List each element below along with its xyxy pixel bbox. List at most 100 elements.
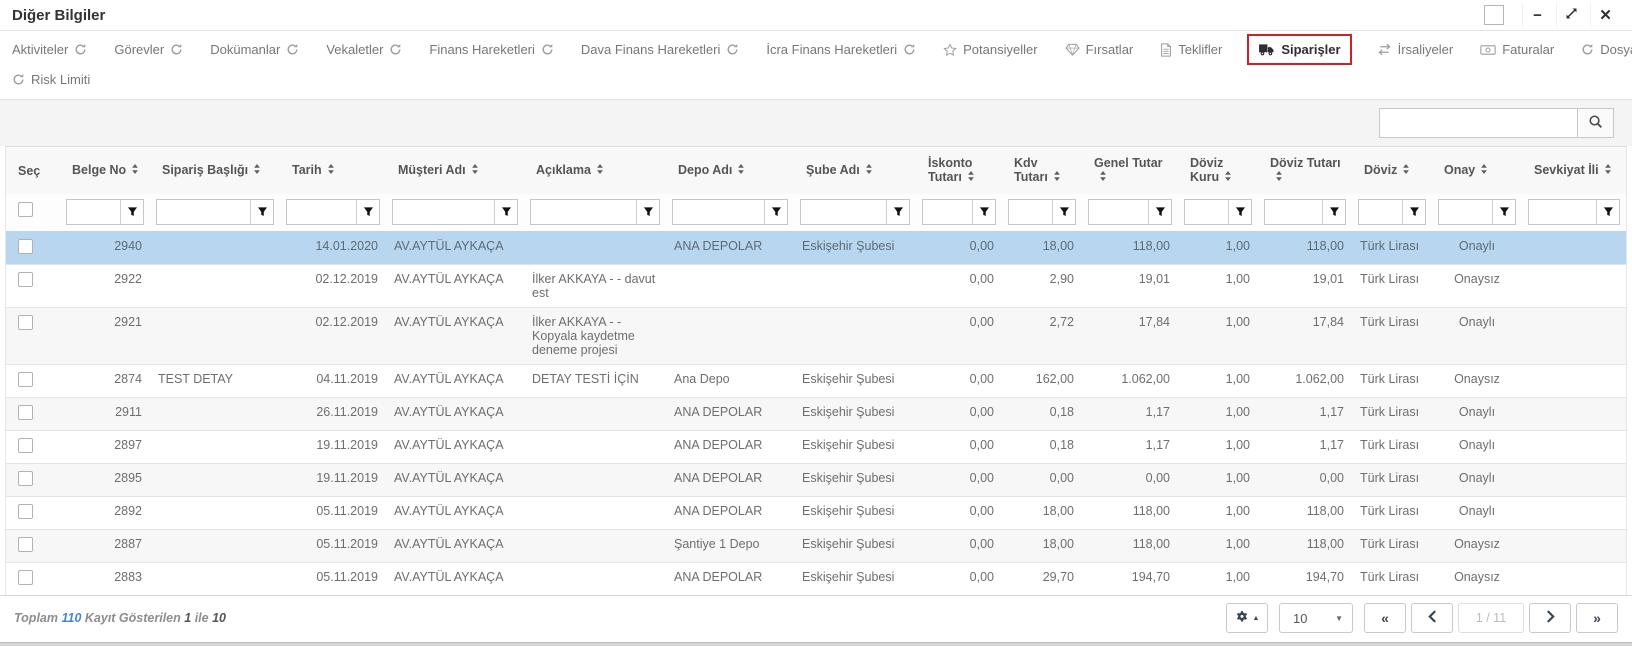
sort-icon[interactable] — [1480, 164, 1488, 178]
maximize-button[interactable] — [1556, 3, 1586, 27]
minimize-button[interactable]: − — [1522, 3, 1552, 27]
row-checkbox[interactable] — [18, 438, 33, 453]
row-checkbox[interactable] — [18, 272, 33, 287]
sort-icon[interactable] — [967, 171, 975, 185]
column-header-iskonto_tutari[interactable]: İskonto Tutarı — [916, 147, 1002, 194]
tab-dosyalar[interactable]: Dosyalar — [1581, 42, 1632, 57]
table-row[interactable]: 289719.11.2019AV.AYTÜL AYKAÇAANA DEPOLAR… — [6, 431, 1626, 464]
filter-input-sevkiyat_ili[interactable] — [1529, 200, 1596, 224]
close-button[interactable]: ✕ — [1590, 3, 1620, 27]
search-button[interactable] — [1577, 108, 1614, 138]
filter-input-doviz_kuru[interactable] — [1185, 200, 1228, 224]
sort-icon[interactable] — [596, 164, 604, 178]
column-header-tarih[interactable]: Tarih — [280, 147, 386, 194]
tab-siparisler[interactable]: Siparişler — [1247, 34, 1351, 65]
table-row[interactable]: 292102.12.2019AV.AYTÜL AYKAÇAİlker AKKAY… — [6, 308, 1626, 365]
row-checkbox[interactable] — [18, 239, 33, 254]
prev-page-button[interactable] — [1411, 603, 1453, 633]
filter-input-sube_adi[interactable] — [801, 200, 886, 224]
column-header-onay[interactable]: Onay — [1432, 147, 1522, 194]
filter-funnel-button-doviz_kuru[interactable] — [1228, 200, 1251, 224]
sort-icon[interactable] — [865, 164, 873, 178]
sort-icon[interactable] — [131, 164, 139, 178]
filter-input-belge_no[interactable] — [67, 200, 120, 224]
filter-funnel-button-aciklama[interactable] — [636, 200, 659, 224]
search-input[interactable] — [1379, 108, 1577, 138]
tab-potansiyeller[interactable]: Potansiyeller — [943, 42, 1037, 57]
column-header-doviz[interactable]: Döviz — [1352, 147, 1432, 194]
column-header-musteri_adi[interactable]: Müşteri Adı — [386, 147, 524, 194]
window-restore-box[interactable] — [1484, 5, 1504, 25]
filter-input-iskonto_tutari[interactable] — [923, 200, 972, 224]
tab-dava-finans-hareketleri[interactable]: Dava Finans Hareketleri — [581, 42, 739, 57]
page-size-select[interactable]: 10 ▼ — [1279, 603, 1353, 633]
sort-icon[interactable] — [327, 164, 335, 178]
filter-funnel-button-musteri_adi[interactable] — [494, 200, 517, 224]
table-row[interactable]: 288305.11.2019AV.AYTÜL AYKAÇAANA DEPOLAR… — [6, 563, 1626, 596]
column-header-sube_adi[interactable]: Şube Adı — [794, 147, 916, 194]
column-header-belge_no[interactable]: Belge No — [60, 147, 150, 194]
row-checkbox[interactable] — [18, 570, 33, 585]
column-header-siparis_basligi[interactable]: Sipariş Başlığı — [150, 147, 280, 194]
tab-firsatlar[interactable]: Fırsatlar — [1065, 42, 1134, 57]
filter-funnel-button-belge_no[interactable] — [120, 200, 143, 224]
tab-teklifler[interactable]: Teklifler — [1160, 42, 1222, 57]
table-row[interactable]: 288705.11.2019AV.AYTÜL AYKAÇAŞantiye 1 D… — [6, 530, 1626, 563]
filter-funnel-button-kdv_tutari[interactable] — [1052, 200, 1075, 224]
tab-vekaletler[interactable]: Vekaletler — [326, 42, 402, 57]
row-checkbox[interactable] — [18, 471, 33, 486]
sort-icon[interactable] — [737, 164, 745, 178]
column-header-kdv_tutari[interactable]: Kdv Tutarı — [1002, 147, 1082, 194]
filter-funnel-button-sevkiyat_ili[interactable] — [1596, 200, 1619, 224]
next-page-button[interactable] — [1529, 603, 1571, 633]
filter-input-musteri_adi[interactable] — [393, 200, 494, 224]
filter-funnel-button-depo_adi[interactable] — [764, 200, 787, 224]
table-row[interactable]: 289519.11.2019AV.AYTÜL AYKAÇAANA DEPOLAR… — [6, 464, 1626, 497]
filter-input-doviz_tutari[interactable] — [1265, 200, 1322, 224]
tab-faturalar[interactable]: Faturalar — [1480, 42, 1554, 57]
tab-dokumanlar[interactable]: Dokümanlar — [210, 42, 299, 57]
select-all-checkbox[interactable] — [18, 202, 33, 217]
filter-input-depo_adi[interactable] — [673, 200, 764, 224]
table-row[interactable]: 289205.11.2019AV.AYTÜL AYKAÇAANA DEPOLAR… — [6, 497, 1626, 530]
first-page-button[interactable]: « — [1364, 603, 1406, 633]
tab-finans-hareketleri[interactable]: Finans Hareketleri — [429, 42, 554, 57]
sort-icon[interactable] — [1275, 171, 1283, 185]
grid-settings-button[interactable]: ▲ — [1226, 603, 1268, 633]
filter-input-aciklama[interactable] — [531, 200, 636, 224]
tab-gorevler[interactable]: Görevler — [114, 42, 183, 57]
tab-aktiviteler[interactable]: Aktiviteler — [12, 42, 87, 57]
row-checkbox[interactable] — [18, 315, 33, 330]
filter-input-doviz[interactable] — [1359, 200, 1402, 224]
table-row[interactable]: 291126.11.2019AV.AYTÜL AYKAÇAANA DEPOLAR… — [6, 398, 1626, 431]
sort-icon[interactable] — [1224, 171, 1232, 185]
row-checkbox[interactable] — [18, 405, 33, 420]
sort-icon[interactable] — [1053, 171, 1061, 185]
filter-input-onay[interactable] — [1439, 200, 1492, 224]
filter-funnel-button-onay[interactable] — [1492, 200, 1515, 224]
table-row[interactable]: 2874TEST DETAY04.11.2019AV.AYTÜL AYKAÇAD… — [6, 365, 1626, 398]
column-header-aciklama[interactable]: Açıklama — [524, 147, 666, 194]
filter-input-tarih[interactable] — [287, 200, 356, 224]
filter-funnel-button-siparis_basligi[interactable] — [250, 200, 273, 224]
filter-funnel-button-doviz_tutari[interactable] — [1322, 200, 1345, 224]
row-checkbox[interactable] — [18, 372, 33, 387]
filter-funnel-button-doviz[interactable] — [1402, 200, 1425, 224]
table-row[interactable]: 294014.01.2020AV.AYTÜL AYKAÇAANA DEPOLAR… — [6, 232, 1626, 265]
sort-icon[interactable] — [471, 164, 479, 178]
tab-risk-limiti[interactable]: Risk Limiti — [12, 72, 90, 87]
last-page-button[interactable]: » — [1576, 603, 1618, 633]
column-header-depo_adi[interactable]: Depo Adı — [666, 147, 794, 194]
row-checkbox[interactable] — [18, 537, 33, 552]
sort-icon[interactable] — [1604, 164, 1612, 178]
sort-icon[interactable] — [1099, 171, 1107, 185]
tab-irsaliyeler[interactable]: İrsaliyeler — [1377, 42, 1454, 57]
table-row[interactable]: 292202.12.2019AV.AYTÜL AYKAÇAİlker AKKAY… — [6, 265, 1626, 308]
column-header-doviz_kuru[interactable]: Döviz Kuru — [1178, 147, 1258, 194]
column-header-sevkiyat_ili[interactable]: Sevkiyat İli — [1522, 147, 1626, 194]
sort-icon[interactable] — [1402, 164, 1410, 178]
filter-funnel-button-sube_adi[interactable] — [886, 200, 909, 224]
column-header-genel_tutar[interactable]: Genel Tutar — [1082, 147, 1178, 194]
column-header-doviz_tutari[interactable]: Döviz Tutarı — [1258, 147, 1352, 194]
filter-input-siparis_basligi[interactable] — [157, 200, 250, 224]
